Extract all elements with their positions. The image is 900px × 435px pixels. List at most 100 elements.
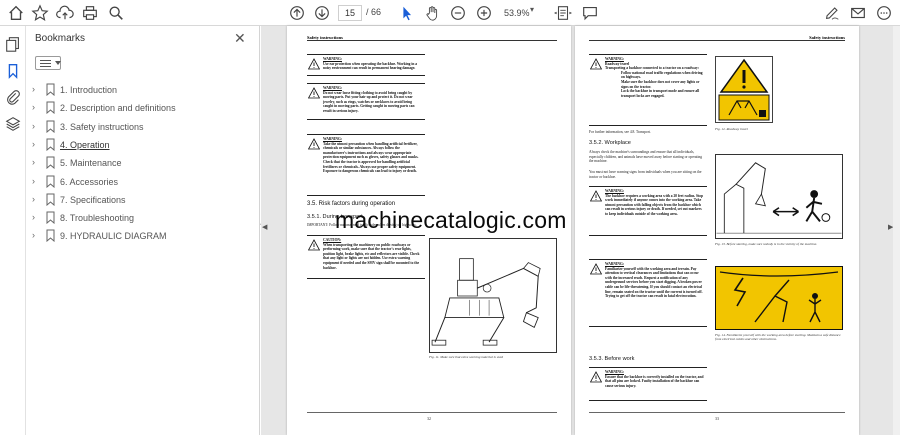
figure-caption: Fig. 11. Make sure that extra warning ma… [429, 355, 503, 359]
bookmark-label: 6. Accessories [60, 176, 119, 187]
chevron-right-icon[interactable]: › [32, 121, 35, 131]
bookmark-item[interactable]: › 1. Introduction [32, 83, 252, 99]
chevron-right-icon[interactable]: › [32, 212, 35, 222]
zoom-out-icon[interactable] [448, 3, 468, 23]
warning-triangle-icon [590, 371, 602, 383]
home-icon[interactable] [6, 3, 26, 23]
close-icon[interactable]: ✕ [234, 30, 246, 47]
bookmark-options-button[interactable] [35, 56, 61, 70]
bookmark-icon [46, 229, 55, 243]
figure-roadway-sign [715, 56, 773, 123]
roadway-warning-sign-icon [715, 56, 773, 123]
sign-pen-icon[interactable] [822, 3, 842, 23]
page-down-icon[interactable] [312, 3, 332, 23]
header-divider [589, 40, 845, 41]
section-heading: 3.5.3. Before work [589, 356, 635, 362]
print-icon[interactable] [80, 3, 100, 23]
warning-block: WARNING: The backhoe requires a working a… [589, 186, 707, 236]
figure-caption: Fig. 13. Before starting, make sure nobo… [715, 242, 818, 246]
bookmark-label: 4. Operation [60, 139, 110, 150]
chevron-right-icon[interactable]: › [32, 230, 35, 240]
warning-triangle-icon [308, 138, 320, 150]
chevron-right-icon[interactable]: › [32, 102, 35, 112]
page-number-input[interactable]: 15 [338, 5, 362, 21]
fit-page-icon[interactable] [553, 3, 573, 23]
warning-text: Use ear protection when operating the ba… [323, 61, 418, 71]
scroll-left-arrow[interactable]: ◀ [262, 223, 267, 231]
bookmark-item[interactable]: › 9. HYDRAULIC DIAGRAM [32, 229, 252, 245]
further-info-text: For further information, see 4.8. Transp… [589, 130, 651, 134]
top-toolbar: 15 / 66 53.9% ▾ [0, 0, 900, 26]
workplace-paragraph: Always check the machine's surroundings … [589, 150, 703, 164]
warning-triangle-icon [308, 58, 320, 70]
figure-electrical-hazard [715, 266, 843, 330]
section-heading: 3.5.2. Workplace [589, 140, 631, 146]
bookmark-label: 1. Introduction [60, 85, 118, 95]
attachment-icon[interactable] [3, 87, 23, 107]
search-icon[interactable] [106, 3, 126, 23]
warning-triangle-icon [590, 58, 602, 70]
bookmark-item[interactable]: › 4. Operation [32, 138, 252, 154]
footer-divider [307, 412, 557, 413]
chevron-right-icon[interactable]: › [32, 84, 35, 94]
warning-block: WARNING: Take the utmost precaution when … [307, 134, 425, 196]
bookmark-item[interactable]: › 5. Maintenance [32, 156, 252, 172]
page-number: 32 [427, 416, 431, 421]
bookmark-item[interactable]: › 8. Troubleshooting [32, 211, 252, 227]
vertical-scrollbar[interactable] [893, 26, 900, 435]
caution-block: CAUTION: When transporting the machinery … [307, 235, 425, 279]
warning-text: The backhoe requires a working area with… [605, 193, 704, 216]
bookmark-icon [46, 101, 55, 115]
navigation-rail [0, 26, 26, 435]
warning-text: Familiarize yourself with the working ar… [605, 266, 703, 299]
select-cursor-icon[interactable] [397, 3, 417, 23]
chevron-right-icon[interactable]: › [32, 176, 35, 186]
bookmark-label: 9. HYDRAULIC DIAGRAM [60, 231, 167, 242]
warning-bullet: Follow national road traffic regulations… [621, 70, 703, 80]
warning-triangle-icon [308, 87, 320, 99]
warning-triangle-icon [590, 190, 602, 202]
cloud-upload-icon[interactable] [55, 3, 75, 23]
star-icon[interactable] [30, 3, 50, 23]
comment-icon[interactable] [580, 3, 600, 23]
warning-text: Ensure that the backhoe is correctly ins… [605, 374, 704, 388]
bookmark-label: 5. Maintenance [60, 158, 122, 169]
bookmark-item[interactable]: › 2. Description and definitions [32, 101, 252, 117]
zoom-in-icon[interactable] [474, 3, 494, 23]
warning-text: Do not wear loose fitting clothing to av… [323, 90, 415, 113]
warning-bullet: Make sure the backhoe does not cover any… [621, 79, 700, 89]
bookmark-label: 3. Safety instructions [60, 121, 144, 132]
zoom-level-select[interactable]: 53.9% [500, 5, 544, 21]
watermark-text: machinecatalogic.com [335, 207, 567, 233]
bookmark-icon [46, 120, 55, 133]
caution-text: When transporting the machinery on publi… [323, 242, 420, 270]
workplace-paragraph: You must not have warning signs from ind… [589, 170, 702, 179]
bookmark-item[interactable]: › 3. Safety instructions [32, 120, 252, 136]
warning-text: Take the utmost precaution when handling… [323, 141, 419, 174]
bookmark-item[interactable]: › 6. Accessories [32, 175, 252, 191]
bookmark-item[interactable]: › 7. Specifications [32, 193, 252, 209]
bookmark-icon[interactable] [3, 61, 23, 81]
warning-triangle-icon [590, 263, 602, 275]
more-vertical-icon[interactable] [874, 3, 894, 23]
backhoe-illustration [431, 258, 541, 346]
bookmark-icon [46, 138, 55, 151]
layers-icon[interactable] [3, 114, 23, 134]
chevron-right-icon[interactable]: › [32, 157, 35, 167]
mail-icon[interactable] [848, 3, 868, 23]
bookmark-label: 2. Description and definitions [60, 103, 176, 114]
hand-tool-icon[interactable] [423, 3, 443, 23]
document-page-right: Safety instructions WARNING: Roadway tra… [575, 26, 859, 435]
figure-backhoe-rear [429, 238, 557, 353]
pages-thumbnail-icon[interactable] [3, 34, 23, 54]
chevron-down-icon[interactable]: ▾ [530, 5, 534, 14]
bookmark-icon [46, 156, 55, 170]
chevron-right-icon[interactable]: › [32, 139, 35, 149]
header-divider [307, 40, 557, 41]
electrical-hazard-sign-icon [715, 266, 843, 330]
chevron-right-icon[interactable]: › [32, 194, 35, 204]
backhoe-clear-zone-illustration [716, 162, 842, 234]
page-up-icon[interactable] [287, 3, 307, 23]
warning-block: WARNING: Familiarize yourself with the wo… [589, 259, 707, 327]
page-total: / 66 [366, 7, 382, 17]
